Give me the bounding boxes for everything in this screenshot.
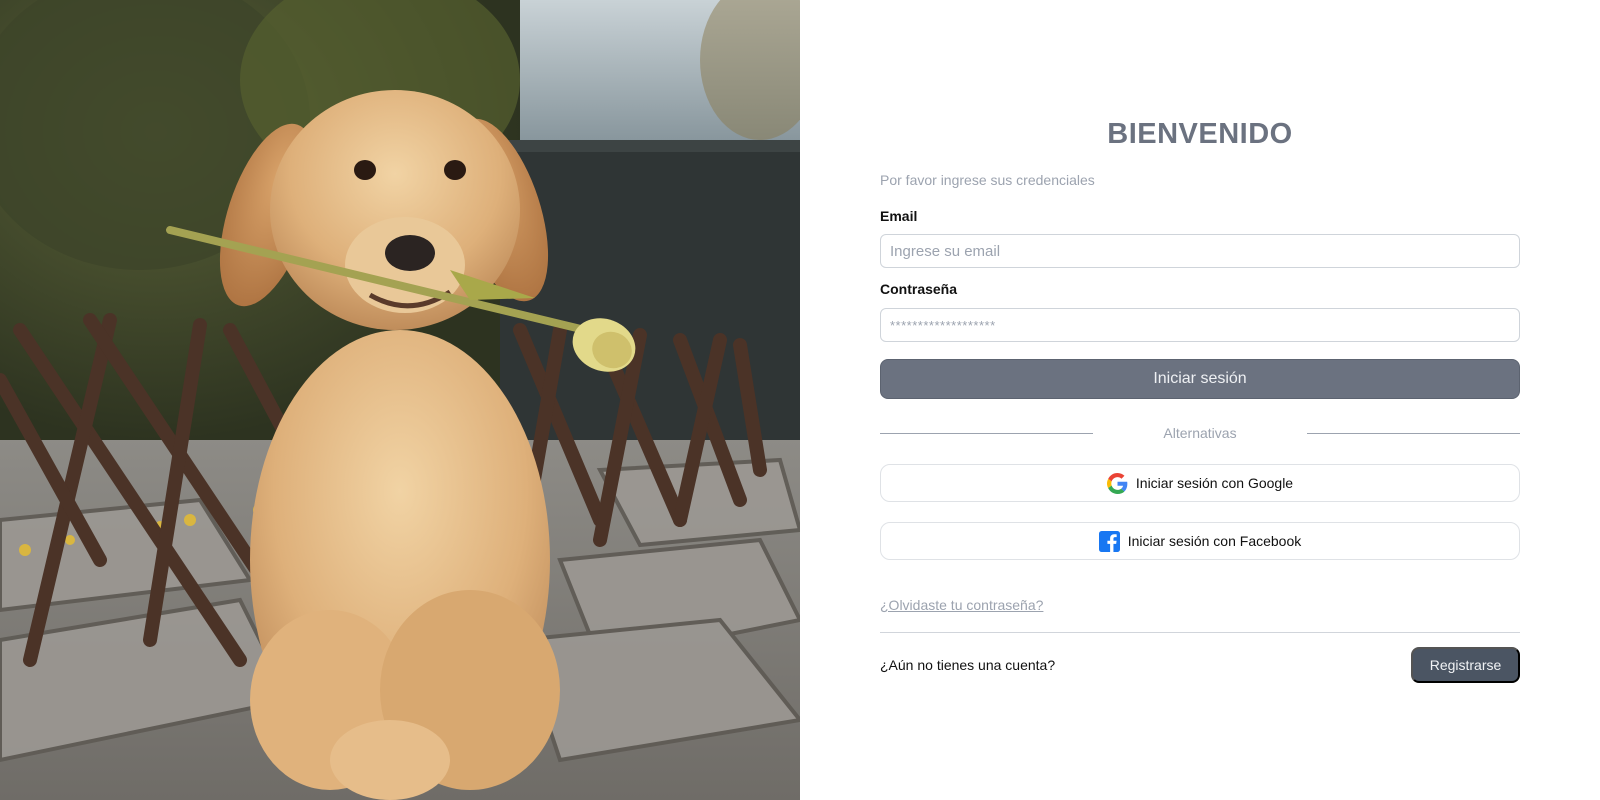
facebook-login-label: Iniciar sesión con Facebook (1127, 533, 1302, 549)
password-field[interactable] (880, 308, 1520, 342)
password-label: Contraseña (880, 281, 958, 297)
facebook-icon (1098, 530, 1120, 552)
email-label: Email (880, 208, 918, 224)
alternatives-divider: Alternativas (880, 423, 1520, 445)
register-button[interactable]: Registrarse (1411, 647, 1520, 683)
divider-line-right (1307, 433, 1520, 434)
google-login-label: Iniciar sesión con Google (1135, 475, 1294, 491)
login-button[interactable]: Iniciar sesión (880, 359, 1520, 399)
facebook-login-button[interactable]: Iniciar sesión con Facebook (880, 522, 1520, 560)
hero-photo (0, 0, 800, 800)
footer-separator (880, 632, 1520, 633)
subtitle: Por favor ingrese sus credenciales (880, 172, 1095, 188)
no-account-text: ¿Aún no tienes una cuenta? (880, 657, 1056, 673)
forgot-password-link[interactable]: ¿Olvidaste tu contraseña? (880, 597, 1043, 613)
email-field[interactable] (880, 234, 1520, 268)
login-panel: BIENVENIDO Por favor ingrese sus credenc… (800, 0, 1600, 800)
page-title: BIENVENIDO (1107, 118, 1293, 150)
google-icon (1106, 472, 1128, 494)
google-login-button[interactable]: Iniciar sesión con Google (880, 464, 1520, 502)
